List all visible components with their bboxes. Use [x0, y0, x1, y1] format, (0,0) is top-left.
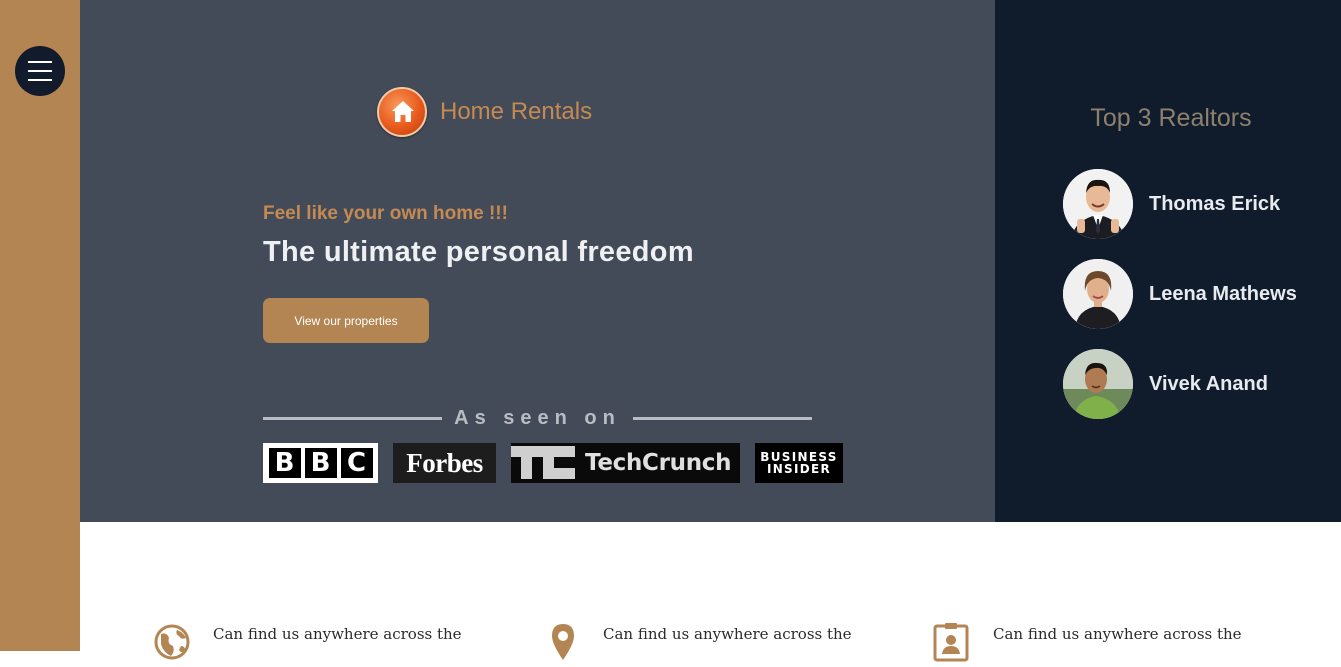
business-insider-logo: BUSINESS INSIDER [755, 443, 843, 483]
feature-item: Can find us anywhere across the [543, 622, 852, 662]
realtor-name: Thomas Erick [1149, 192, 1281, 215]
realtor-item[interactable]: Thomas Erick [1063, 169, 1333, 239]
menu-bar [28, 61, 52, 63]
feature-item: Can find us anywhere across the [153, 622, 462, 662]
bbc-logo: B B C [263, 443, 378, 483]
globe-icon [153, 622, 193, 662]
feature-item: Can find us anywhere across the [933, 622, 1242, 662]
techcrunch-mark-icon [511, 443, 575, 483]
realtor-item[interactable]: Leena Mathews [1063, 259, 1333, 329]
brand-name: Home Rentals [440, 98, 593, 125]
hamburger-menu-button[interactable] [15, 46, 65, 96]
forbes-logo: Forbes [393, 443, 496, 483]
brand[interactable]: Home Rentals [377, 87, 592, 137]
techcrunch-logo: TechCrunch [511, 443, 740, 483]
realtor-item[interactable]: Vivek Anand [1063, 349, 1333, 419]
bbc-letter: B [268, 448, 301, 478]
avatar [1063, 349, 1133, 419]
realtor-name: Leena Mathews [1149, 282, 1297, 305]
view-properties-button[interactable]: View our properties [263, 298, 429, 343]
feature-text: Can find us anywhere across the [603, 625, 852, 643]
avatar [1063, 259, 1133, 329]
avatar [1063, 169, 1133, 239]
as-seen-on-divider: As seen on [263, 405, 813, 431]
hero-section: Home Rentals Feel like your own home !!!… [80, 0, 995, 522]
business-insider-line: INSIDER [766, 462, 832, 476]
techcrunch-wordmark: TechCrunch [585, 450, 732, 476]
house-icon [377, 87, 427, 137]
left-sidebar-strip [0, 0, 80, 651]
realtor-name: Vivek Anand [1149, 372, 1268, 395]
realtors-title: Top 3 Realtors [1090, 104, 1252, 132]
menu-bar [28, 70, 52, 72]
top-realtors-panel: Top 3 Realtors Thomas Erick Leena Mathew… [995, 0, 1341, 522]
contact-card-icon [933, 622, 973, 662]
map-pin-icon [543, 622, 583, 662]
menu-bar [28, 79, 52, 81]
hero-headline: The ultimate personal freedom [263, 236, 694, 268]
feature-text: Can find us anywhere across the [213, 625, 462, 643]
divider-line [632, 416, 813, 420]
divider-line [263, 416, 443, 420]
feature-text: Can find us anywhere across the [993, 625, 1242, 643]
as-seen-on-label: As seen on [454, 406, 621, 429]
hero-tagline: Feel like your own home !!! [263, 203, 508, 224]
features-section: Can find us anywhere across the Can find… [80, 522, 1341, 662]
bbc-letter: C [340, 448, 373, 478]
bbc-letter: B [304, 448, 337, 478]
